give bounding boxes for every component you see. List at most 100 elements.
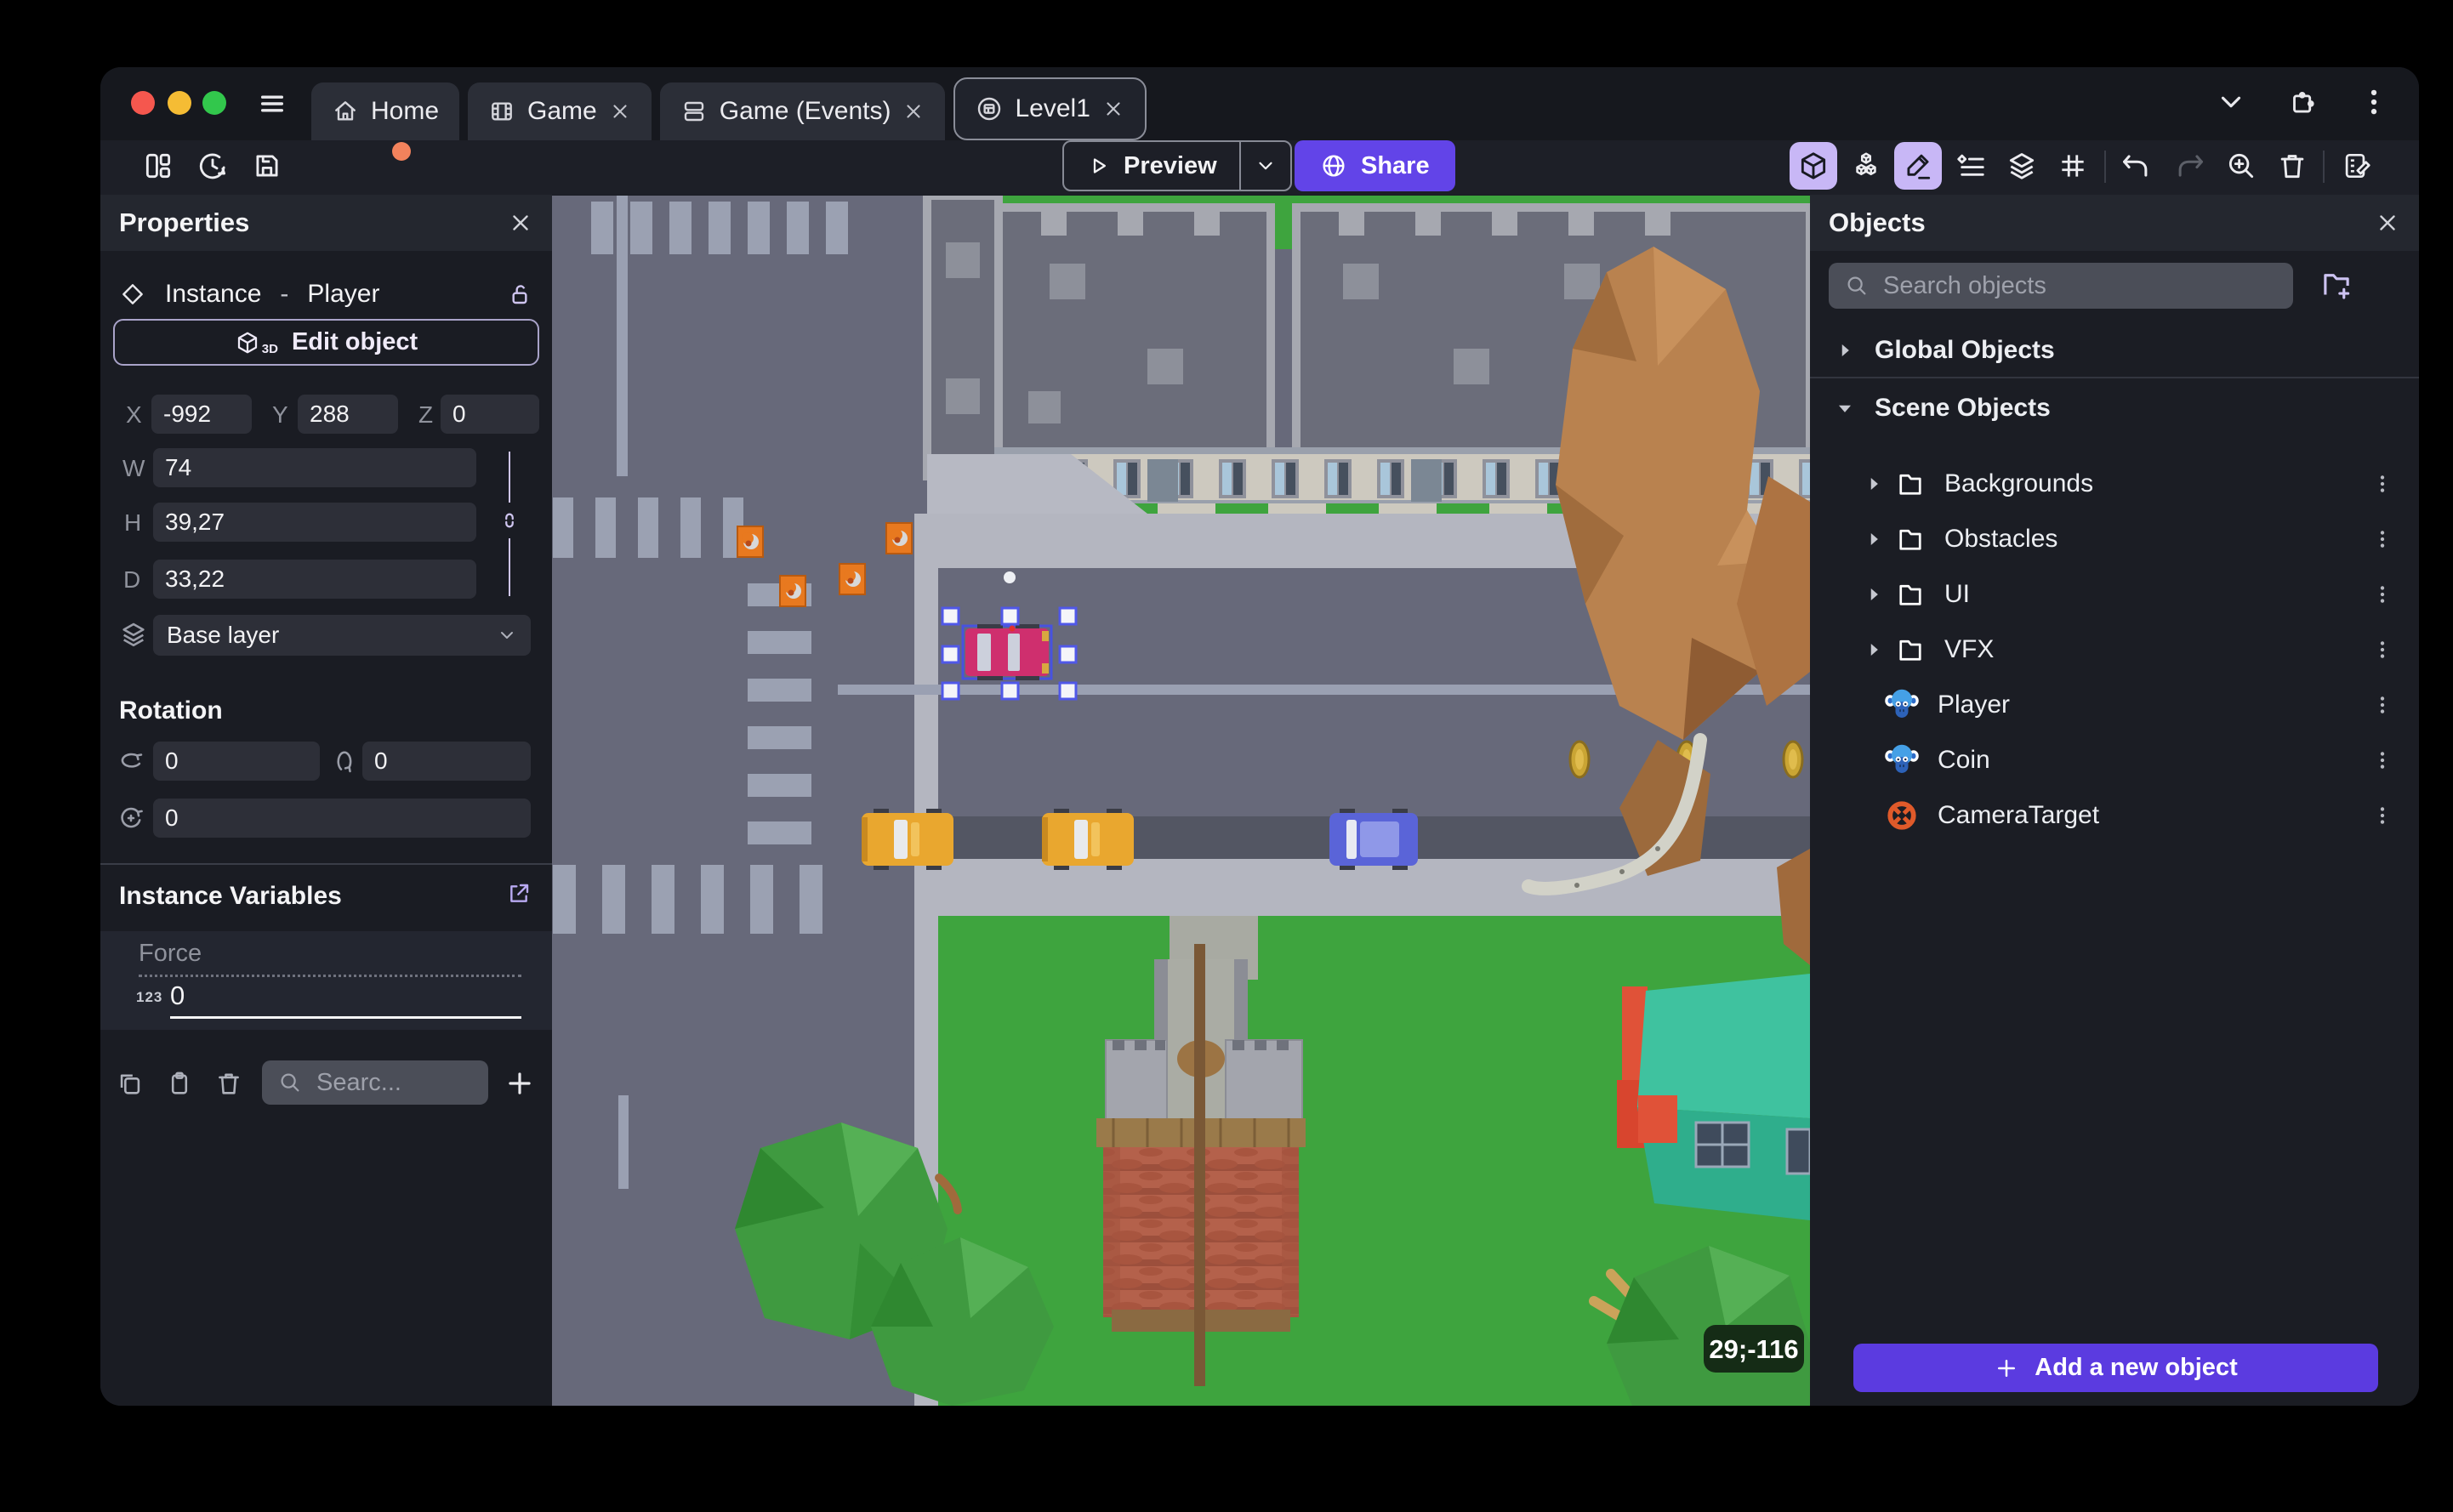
tab-level1[interactable]: Level1 — [953, 77, 1147, 140]
object-row-player[interactable]: Player — [1810, 677, 2419, 732]
kebab-menu-icon[interactable] — [2371, 528, 2393, 550]
close-icon[interactable] — [902, 100, 925, 122]
toolbar-divider — [2104, 151, 2106, 183]
minimize-window-button[interactable] — [168, 91, 191, 115]
save-button[interactable] — [243, 142, 411, 190]
layer-select[interactable]: Base layer — [153, 615, 531, 656]
chevron-right-icon[interactable] — [1863, 583, 1885, 605]
kebab-menu-icon[interactable] — [2371, 639, 2393, 661]
kebab-menu-icon[interactable] — [2371, 583, 2393, 605]
layers-button[interactable] — [1998, 142, 2046, 190]
kebab-menu-icon[interactable] — [2371, 749, 2393, 771]
kebab-menu-icon[interactable] — [2371, 473, 2393, 495]
close-icon[interactable] — [1102, 98, 1124, 120]
monkey-icon — [1885, 743, 1919, 777]
delete-variable-icon[interactable] — [214, 1069, 243, 1102]
properties-panel: Properties Instance - Player 3D Edit obj… — [100, 195, 552, 1406]
objects-search[interactable] — [1829, 263, 2293, 309]
objects-search-input[interactable] — [1883, 271, 2278, 300]
kebab-menu-icon[interactable] — [2371, 804, 2393, 827]
kebab-menu-icon[interactable] — [2371, 694, 2393, 716]
variables-search-input[interactable] — [316, 1068, 473, 1097]
folder-row-obstacles[interactable]: Obstacles — [1810, 511, 2419, 566]
redo-button[interactable] — [2166, 142, 2214, 190]
grid-button[interactable] — [2049, 142, 2097, 190]
add-new-object-button[interactable]: Add a new object — [1853, 1344, 2378, 1392]
external-link-icon[interactable] — [505, 880, 532, 907]
layout-panels-button[interactable] — [134, 142, 182, 190]
objects-list-button[interactable] — [1842, 142, 1890, 190]
instance-variables-title: Instance Variables — [119, 882, 342, 910]
share-button[interactable]: Share — [1295, 140, 1455, 191]
add-variable-icon[interactable] — [504, 1067, 536, 1104]
rotation-y-field[interactable] — [362, 742, 531, 781]
chevron-right-icon[interactable] — [1863, 473, 1885, 495]
variable-value[interactable]: 0 — [170, 981, 521, 1019]
link-dimensions-icon[interactable] — [497, 508, 522, 533]
w-field[interactable] — [153, 448, 476, 487]
add-folder-icon[interactable] — [2319, 268, 2354, 304]
folder-row-vfx[interactable]: VFX — [1810, 622, 2419, 677]
copy-variable-icon[interactable] — [116, 1069, 145, 1102]
rotation-z-field[interactable] — [153, 799, 531, 838]
chevron-right-icon[interactable] — [1834, 339, 1856, 361]
folder-row-ui[interactable]: UI — [1810, 566, 2419, 622]
edit-object-button[interactable]: 3D Edit object — [113, 319, 539, 366]
close-window-button[interactable] — [131, 91, 155, 115]
instances-list-button[interactable] — [1947, 142, 1995, 190]
tab-home[interactable]: Home — [311, 82, 460, 140]
section-global-objects[interactable]: Global Objects — [1810, 322, 2419, 378]
extensions-puzzle-icon[interactable] — [2286, 86, 2319, 118]
tab-label: Game — [527, 97, 597, 125]
object-row-cameratarget[interactable]: CameraTarget — [1810, 787, 2419, 843]
folder-label: Obstacles — [1944, 524, 2058, 553]
preview-button[interactable]: Preview — [1062, 140, 1292, 191]
close-icon[interactable] — [609, 100, 631, 122]
d-field[interactable] — [153, 560, 476, 599]
home-icon — [332, 98, 359, 125]
section-divider — [100, 863, 552, 865]
toggle-3d-view-button[interactable] — [1790, 142, 1837, 190]
y-label: Y — [272, 401, 288, 428]
cursor-coordinates-badge: 29;-116 — [1704, 1325, 1804, 1373]
variable-name[interactable]: Force — [139, 940, 521, 977]
preview-label: Preview — [1124, 151, 1217, 179]
unlock-icon[interactable] — [506, 281, 533, 308]
x-field[interactable] — [151, 395, 252, 434]
preview-button-main[interactable]: Preview — [1064, 142, 1239, 190]
h-field[interactable] — [153, 503, 476, 542]
chevron-down-icon[interactable] — [2215, 86, 2247, 118]
variable-row[interactable]: Force 123 0 — [100, 931, 552, 1030]
editor-toolbar: Preview Share — [100, 140, 2419, 195]
edit-mode-button[interactable] — [1894, 142, 1942, 190]
events-icon — [680, 98, 708, 125]
chevron-down-icon[interactable] — [1834, 397, 1856, 419]
history-button[interactable] — [189, 142, 236, 190]
variables-search[interactable] — [262, 1060, 488, 1105]
rotation-x-field[interactable] — [153, 742, 320, 781]
close-icon[interactable] — [2375, 210, 2400, 236]
preview-dropdown[interactable] — [1238, 142, 1290, 190]
undo-button[interactable] — [2112, 142, 2160, 190]
tab-game-events[interactable]: Game (Events) — [659, 82, 946, 140]
hamburger-menu-icon[interactable] — [255, 89, 289, 118]
folder-row-backgrounds[interactable]: Backgrounds — [1810, 456, 2419, 511]
delete-button[interactable] — [2268, 142, 2316, 190]
rotate-y-icon — [328, 746, 359, 776]
close-icon[interactable] — [508, 210, 533, 236]
y-field[interactable] — [298, 395, 398, 434]
paste-variable-icon[interactable] — [165, 1069, 194, 1102]
folder-icon — [1895, 524, 1926, 554]
object-row-coin[interactable]: Coin — [1810, 732, 2419, 787]
scene-canvas[interactable]: 29;-116 — [552, 191, 1814, 1406]
chevron-right-icon[interactable] — [1863, 639, 1885, 661]
maximize-window-button[interactable] — [202, 91, 226, 115]
link-line-top — [509, 452, 510, 503]
z-field[interactable] — [441, 395, 539, 434]
zoom-button[interactable] — [2217, 142, 2265, 190]
edit-events-button[interactable] — [2333, 142, 2381, 190]
kebab-menu-icon[interactable] — [2358, 86, 2390, 118]
section-scene-objects[interactable]: Scene Objects — [1810, 380, 2419, 435]
chevron-right-icon[interactable] — [1863, 528, 1885, 550]
tab-game[interactable]: Game — [468, 82, 652, 140]
